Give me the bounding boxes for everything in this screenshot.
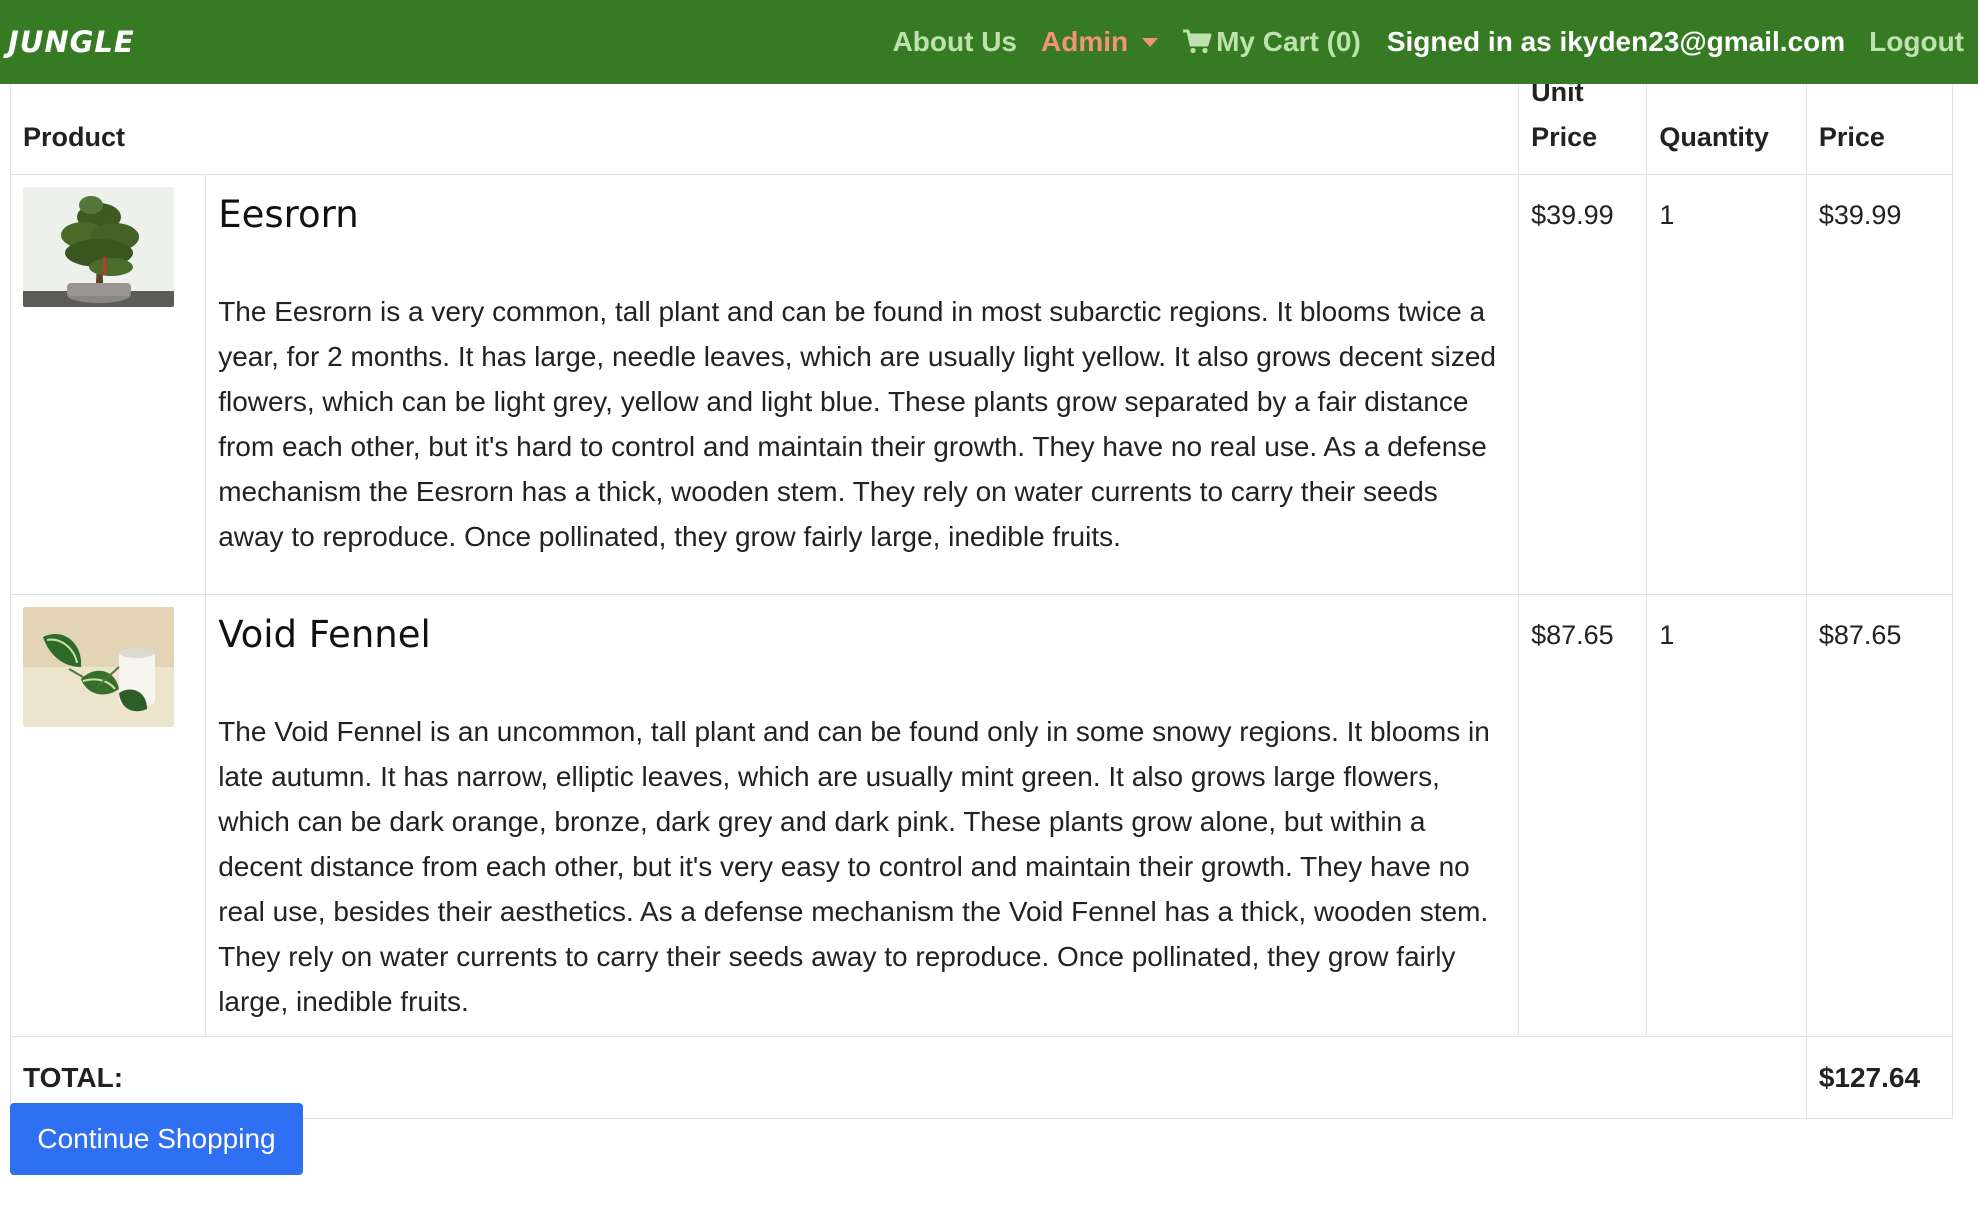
- table-row: Void Fennel The Void Fennel is an uncomm…: [9, 594, 1954, 1037]
- brand-logo[interactable]: JUNGLE: [8, 25, 135, 59]
- my-cart-label: My Cart (0): [1216, 26, 1361, 57]
- my-cart-link[interactable]: My Cart (0): [1182, 26, 1361, 58]
- product-description: The Void Fennel is an uncommon, tall pla…: [218, 716, 1490, 1017]
- product-info-cell: Void Fennel The Void Fennel is an uncomm…: [205, 594, 1520, 1037]
- unit-price-cell: $87.65: [1518, 594, 1648, 1037]
- signed-in-text: Signed in as ikyden23@gmail.com: [1386, 26, 1846, 57]
- about-us-link[interactable]: About Us: [893, 26, 1017, 58]
- product-description: The Eesrorn is a very common, tall plant…: [218, 296, 1496, 552]
- top-navbar: JUNGLE About Us Admin My Cart (0) Signed…: [0, 0, 1978, 84]
- potted-plant-image: [23, 607, 174, 727]
- product-info-cell: Eesrorn The Eesrorn is a very common, ta…: [205, 174, 1520, 595]
- admin-dropdown[interactable]: Admin: [1041, 26, 1159, 58]
- nav-links: About Us Admin My Cart (0) Signed in as …: [869, 26, 1964, 58]
- price-cell: $39.99: [1805, 174, 1954, 595]
- product-image-cell: [9, 174, 207, 595]
- unit-price-header-bottom: Price: [1531, 122, 1598, 152]
- product-header: Product: [9, 84, 1520, 175]
- logout-link[interactable]: Logout: [1869, 26, 1964, 58]
- table-header-row: Product Unit Price Quantity Price: [9, 77, 1954, 175]
- quantity-cell: 1: [1646, 174, 1807, 595]
- price-header: Price: [1805, 84, 1954, 175]
- table-row: Eesrorn The Eesrorn is a very common, ta…: [9, 174, 1954, 595]
- chevron-down-icon: [1142, 37, 1159, 47]
- cart-icon: [1183, 29, 1212, 54]
- quantity-cell: 1: [1646, 594, 1807, 1037]
- admin-label: Admin: [1041, 26, 1129, 57]
- cart-table-container: Product Unit Price Quantity Price Eesror…: [9, 77, 1954, 1119]
- unit-price-header: Unit Price: [1518, 77, 1648, 175]
- bonsai-tree-image: [23, 187, 174, 307]
- continue-shopping-button[interactable]: Continue Shopping: [10, 1103, 303, 1175]
- total-value: $127.64: [1805, 1036, 1954, 1119]
- product-name[interactable]: Eesrorn: [218, 187, 1506, 237]
- quantity-header: Quantity: [1646, 84, 1807, 175]
- cart-table: Product Unit Price Quantity Price Eesror…: [9, 77, 1954, 1119]
- price-cell: $87.65: [1805, 594, 1954, 1037]
- unit-price-cell: $39.99: [1518, 174, 1648, 595]
- product-name[interactable]: Void Fennel: [218, 607, 1506, 657]
- product-image-cell: [9, 594, 207, 1037]
